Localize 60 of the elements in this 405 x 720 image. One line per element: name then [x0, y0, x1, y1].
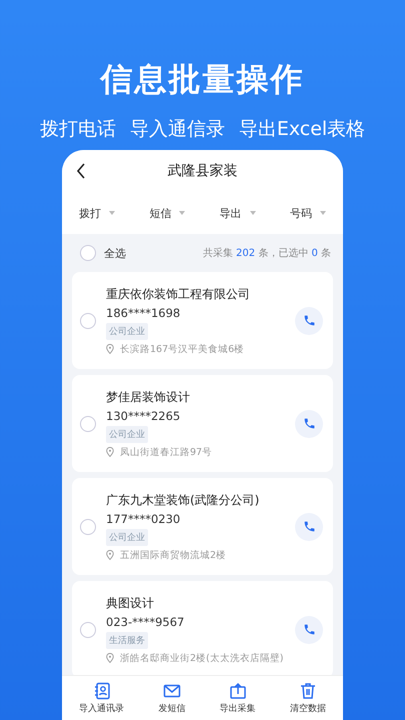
category-tag: 公司企业 — [106, 528, 148, 546]
select-all-radio[interactable] — [80, 245, 96, 261]
address: 长滨路167号汉平美食城6楼 — [120, 342, 244, 356]
export-icon — [228, 682, 247, 700]
select-all-label: 全选 — [104, 246, 126, 260]
feature-label: 导入通信录 — [130, 117, 225, 142]
contacts-icon — [92, 682, 111, 700]
select-radio[interactable] — [80, 312, 96, 328]
call-button[interactable] — [295, 512, 323, 540]
feature-label: 导出Excel表格 — [238, 117, 366, 142]
phone-icon — [302, 314, 316, 327]
category-tag: 生活服务 — [106, 632, 148, 648]
contact-card[interactable]: 典图设计 023-****9567 生活服务 浙皓名邸商业街2楼(太太洗衣店隔壁) — [72, 581, 333, 675]
contact-card[interactable]: 广东九木堂装饰(武隆分公司) 177****0230 公司企业 五洲国际商贸物流城2楼 — [72, 478, 333, 575]
filter-dropdown[interactable]: 短信 — [149, 206, 186, 220]
caret-icon — [320, 211, 326, 215]
contact-card[interactable]: 重庆依你装饰工程有限公司 186****1698 公司企业 长滨路167号汉平美食城6楼 — [72, 272, 333, 369]
phone-icon — [302, 520, 316, 533]
call-button[interactable] — [295, 616, 323, 644]
call-button[interactable] — [295, 410, 323, 438]
phone-icon — [302, 417, 316, 430]
location-pin-icon — [106, 653, 114, 663]
address: 凤山街道春江路97号 — [120, 446, 212, 458]
phone-number: 186****1698 — [106, 306, 182, 320]
phone-number: 023-****9567 — [106, 614, 186, 628]
caret-icon — [179, 211, 186, 215]
back-icon[interactable] — [76, 163, 86, 179]
nav-button[interactable]: 发短信 — [158, 682, 186, 714]
location-pin-icon — [106, 550, 114, 560]
feature-label: 拨打电话 — [40, 117, 116, 142]
category-tag: 公司企业 — [106, 322, 148, 340]
trash-icon — [298, 682, 317, 700]
select-radio[interactable] — [80, 416, 96, 432]
filter-dropdown[interactable]: 拨打 — [79, 206, 116, 220]
select-radio[interactable] — [80, 622, 96, 638]
company-name: 典图设计 — [106, 594, 155, 612]
phone-number: 130****2265 — [106, 408, 182, 422]
address: 浙皓名邸商业街2楼(太太洗衣店隔壁) — [120, 652, 284, 664]
location-pin-icon — [106, 344, 114, 354]
call-button[interactable] — [295, 306, 323, 334]
nav-button[interactable]: 导入通讯录 — [79, 682, 124, 714]
filter-dropdown[interactable]: 导出 — [220, 206, 256, 220]
select-radio[interactable] — [80, 518, 96, 534]
nav-button[interactable]: 导出采集 — [220, 682, 256, 714]
address: 五洲国际商贸物流城2楼 — [120, 548, 226, 562]
company-name: 广东九木堂装饰(武隆分公司) — [106, 492, 260, 508]
headline: 信息批量操作 — [100, 59, 304, 100]
caret-icon — [109, 211, 116, 215]
phone-number: 177****0230 — [106, 512, 182, 526]
caret-icon — [250, 211, 256, 215]
screen-title: 武隆县家装 — [168, 162, 238, 180]
selection-summary: 共采集 202 条，已选中 0 条 — [202, 246, 331, 260]
company-name: 重庆依你装饰工程有限公司 — [106, 286, 251, 302]
phone-icon — [302, 623, 316, 636]
company-name: 梦佳居装饰设计 — [106, 388, 191, 406]
nav-button[interactable]: 清空数据 — [290, 682, 326, 714]
category-tag: 公司企业 — [106, 426, 148, 442]
filter-dropdown[interactable]: 号码 — [290, 206, 326, 220]
contact-card[interactable]: 梦佳居装饰设计 130****2265 公司企业 凤山街道春江路97号 — [72, 375, 333, 472]
location-pin-icon — [106, 447, 114, 457]
